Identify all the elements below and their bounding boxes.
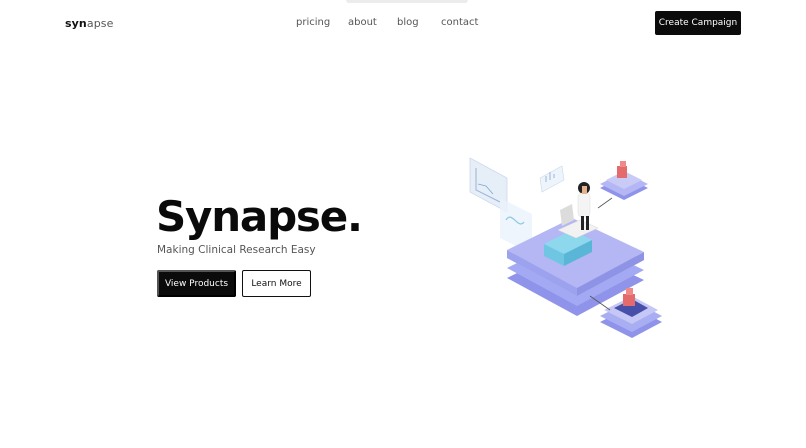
nav-links: pricing about blog contact (296, 17, 478, 28)
logo[interactable]: synapse (65, 17, 113, 30)
hero-title: Synapse. (156, 192, 363, 241)
logo-bold: syn (65, 17, 87, 30)
navbar: synapse pricing about blog contact Creat… (0, 0, 806, 46)
nav-link-about[interactable]: about (348, 17, 397, 28)
clinical-research-illustration-icon (469, 157, 662, 338)
nav-link-blog[interactable]: blog (397, 17, 441, 28)
logo-light: apse (86, 17, 114, 30)
view-products-button[interactable]: View Products (157, 270, 236, 297)
create-campaign-button[interactable]: Create Campaign (655, 11, 741, 35)
hero-subtitle: Making Clinical Research Easy (157, 244, 316, 256)
nav-link-pricing[interactable]: pricing (296, 17, 348, 28)
nav-link-contact[interactable]: contact (441, 17, 478, 28)
learn-more-button[interactable]: Learn More (242, 270, 311, 297)
